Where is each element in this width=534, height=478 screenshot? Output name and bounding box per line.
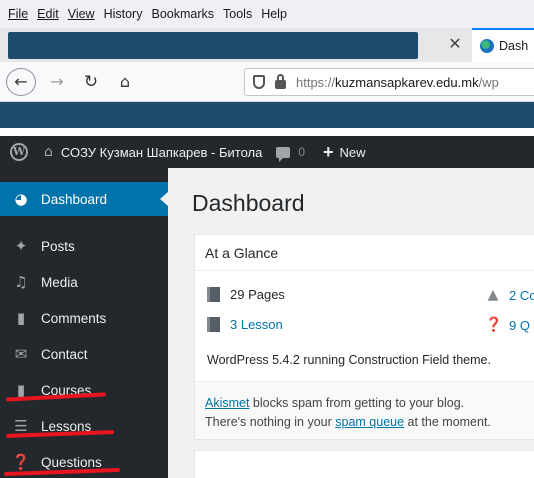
forward-arrow-icon[interactable]: → <box>46 68 68 96</box>
courses-count[interactable]: ▲ 2 Co <box>485 287 534 303</box>
spam-text-b: at the moment. <box>404 415 491 429</box>
house-icon[interactable]: ⌂ <box>44 144 53 160</box>
question-icon: ❓ <box>11 453 31 471</box>
envelope-icon: ✉ <box>14 345 28 363</box>
sidebar-item-lessons[interactable]: ☰ Lessons <box>0 408 168 444</box>
lesson-count[interactable]: 3 Lesson <box>207 317 283 332</box>
url-text[interactable]: https://kuzmansapkarev.edu.mk/wp <box>296 75 499 90</box>
site-favicon-icon <box>480 39 494 53</box>
dashboard-icon: ◕ <box>14 190 28 208</box>
browser-menubar: File Edit View History Bookmarks Tools H… <box>0 0 534 28</box>
redacted-tab[interactable] <box>8 32 418 59</box>
at-a-glance-panel: At a Glance 29 Pages 3 Lesson ▲ 2 Co ❓ 9… <box>194 234 534 440</box>
sidebar-item-contact[interactable]: ✉ Contact <box>0 336 168 372</box>
sidebar-item-label: Media <box>41 274 78 290</box>
lesson-count-link[interactable]: 3 Lesson <box>230 317 283 332</box>
question-icon: ❓ <box>485 317 503 333</box>
panel-heading[interactable]: At a Glance <box>195 235 534 271</box>
sidebar-item-posts[interactable]: ✦ Posts <box>0 228 168 264</box>
wordpress-version-text: WordPress 5.4.2 running Construction Fie… <box>207 353 491 367</box>
home-icon[interactable]: ⌂ <box>114 68 136 96</box>
akismet-notice: Akismet blocks spam from getting to your… <box>195 381 534 439</box>
pages-count[interactable]: 29 Pages <box>207 287 285 302</box>
comment-count[interactable]: 0 <box>298 145 305 159</box>
menu-bookmarks[interactable]: Bookmarks <box>151 7 214 21</box>
spam-queue-link[interactable]: spam queue <box>335 415 404 429</box>
reload-icon[interactable]: ↻ <box>80 68 102 96</box>
media-icon: ♫ <box>14 273 28 291</box>
comment-bubble-icon[interactable] <box>276 146 291 162</box>
plus-icon[interactable]: + <box>323 143 334 161</box>
pin-icon: ✦ <box>14 237 28 255</box>
pages-icon <box>207 287 220 302</box>
akismet-text: blocks spam from getting to your blog. <box>249 396 465 410</box>
spam-text-a: There's nothing in your <box>205 415 336 429</box>
url-bar[interactable]: https://kuzmansapkarev.edu.mk/wp <box>244 68 534 96</box>
wordpress-logo-icon[interactable]: W <box>10 143 28 161</box>
sidebar-item-label: Comments <box>41 310 107 326</box>
browser-navbar: ← → ↻ ⌂ https://kuzmansapkarev.edu.mk/wp <box>0 62 534 102</box>
lesson-icon <box>207 317 220 332</box>
wp-admin-bar: W ⌂ СОЗУ Кузман Шапкарев - Битола 0 + Ne… <box>0 136 534 168</box>
shield-icon[interactable] <box>253 75 265 89</box>
redacted-toolbar <box>0 102 534 128</box>
next-panel <box>194 450 534 478</box>
tab-close-icon[interactable]: ✕ <box>445 34 465 54</box>
courses-count-link[interactable]: 2 Co <box>509 288 534 303</box>
menu-history[interactable]: History <box>104 7 143 21</box>
tab-strip: ✕ Dash <box>0 28 534 62</box>
site-name-link[interactable]: СОЗУ Кузман Шапкарев - Битола <box>61 145 262 160</box>
back-arrow-icon[interactable]: ← <box>6 68 36 96</box>
sidebar-item-label: Posts <box>41 238 75 254</box>
sidebar-item-label: Questions <box>41 454 102 470</box>
tab-dashboard[interactable]: Dash <box>472 28 534 62</box>
akismet-link[interactable]: Akismet <box>205 396 249 410</box>
page-title: Dashboard <box>192 190 305 216</box>
menu-view[interactable]: View <box>68 7 95 21</box>
tab-title: Dash <box>499 39 529 53</box>
comment-icon: ▮ <box>16 309 26 327</box>
questions-count-link[interactable]: 9 Q <box>509 318 530 333</box>
main-content: Dashboard At a Glance 29 Pages 3 Lesson … <box>168 168 534 478</box>
questions-count[interactable]: ❓ 9 Q <box>485 317 530 333</box>
sidebar-item-label: Dashboard <box>41 191 108 207</box>
lock-icon[interactable] <box>275 73 286 89</box>
toolbar-gap <box>0 128 534 136</box>
sidebar-item-comments[interactable]: ▮ Comments <box>0 300 168 336</box>
sidebar-item-media[interactable]: ♫ Media <box>0 264 168 300</box>
menu-edit[interactable]: Edit <box>37 7 59 21</box>
pages-count-text[interactable]: 29 Pages <box>230 287 285 302</box>
sidebar-item-label: Contact <box>41 346 88 362</box>
graduation-cap-icon: ▲ <box>487 287 499 303</box>
menu-tools[interactable]: Tools <box>223 7 252 21</box>
sidebar-item-courses[interactable]: ▮ Courses <box>0 372 168 408</box>
menu-file[interactable]: File <box>8 7 28 21</box>
menu-help[interactable]: Help <box>261 7 287 21</box>
new-content-link[interactable]: New <box>340 145 366 160</box>
sidebar-item-dashboard[interactable]: ◕ Dashboard <box>0 182 168 216</box>
